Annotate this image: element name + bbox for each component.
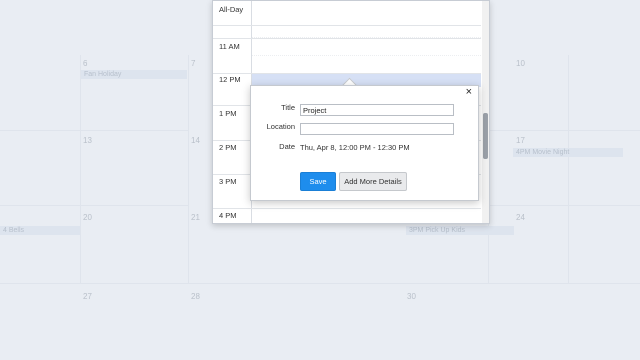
close-icon[interactable]: × [466,86,472,98]
day-number: 6 [83,59,88,68]
time-label: 1 PM [219,109,237,118]
add-more-details-button[interactable]: Add More Details [339,172,407,191]
time-label: 4 PM [219,211,237,220]
location-label: Location [266,122,295,131]
day-view-scrollbar[interactable] [482,1,489,223]
month-cell [488,205,569,284]
date-label: Date [279,142,295,151]
day-number: 24 [516,213,525,222]
all-day-label: All-Day [219,5,244,14]
time-row-12pm[interactable]: 12 PM [213,73,481,84]
month-cell [0,55,81,131]
month-cell [568,55,640,131]
scrollbar-thumb[interactable] [483,113,488,159]
day-number: 28 [191,292,200,301]
month-cell [0,130,81,206]
month-cell [80,55,189,131]
day-number: 20 [83,213,92,222]
half-hour-line [252,55,481,56]
month-cell [0,205,81,284]
quick-add-event-popup: × Title Location Date Thu, Apr 8, 12:00 … [250,85,479,201]
background-event: 3PM Pick Up Kids [406,226,514,235]
time-label: 11 AM [219,42,240,51]
date-value: Thu, Apr 8, 12:00 PM - 12:30 PM [300,143,410,152]
day-number: 21 [191,213,200,222]
time-label: 3 PM [219,177,237,186]
location-input[interactable] [300,123,454,135]
day-number: 17 [516,136,525,145]
day-number: 14 [191,136,200,145]
background-event: Fan Holiday [81,70,187,79]
time-label: 12 PM [219,75,241,84]
day-number: 10 [516,59,525,68]
save-button[interactable]: Save [300,172,336,191]
time-row-4pm[interactable]: 4 PM [213,208,481,220]
month-cell [80,205,189,284]
month-cell [568,130,640,206]
title-input[interactable] [300,104,454,116]
title-label: Title [281,103,295,112]
background-event: 4 Bells [0,226,80,235]
month-cell [488,130,569,206]
day-number: 13 [83,136,92,145]
day-number: 27 [83,292,92,301]
month-cell [488,55,569,131]
time-row-11am[interactable]: 11 AM [213,38,481,51]
all-day-row[interactable]: All-Day [213,1,481,26]
day-number: 30 [407,292,416,301]
month-cell [80,130,189,206]
time-label: 2 PM [219,143,237,152]
day-number: 7 [191,59,196,68]
background-event: 4PM Movie Night [513,148,623,157]
month-cell [568,205,640,284]
